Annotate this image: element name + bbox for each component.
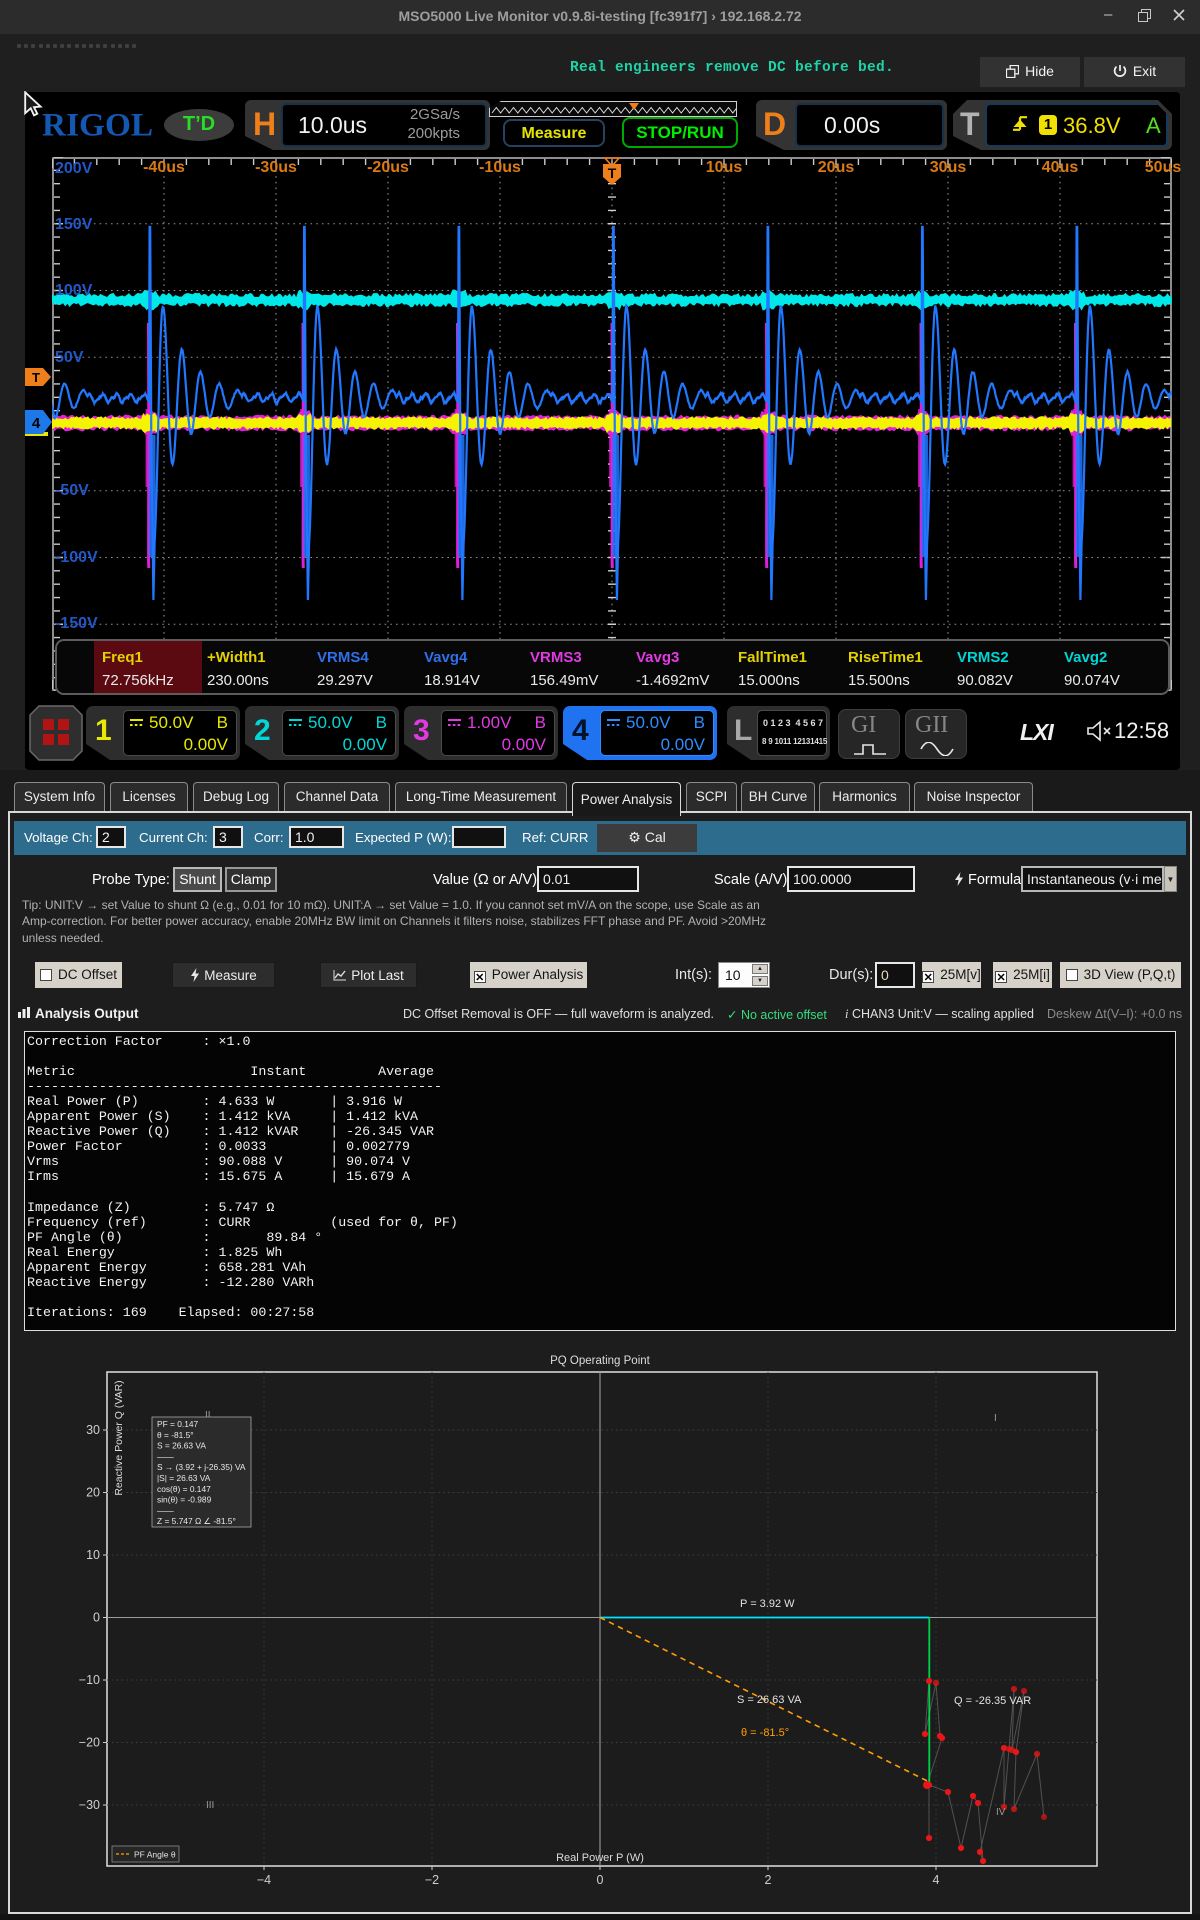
svg-text:IV: IV: [996, 1807, 1006, 1818]
svg-text:20: 20: [86, 1486, 100, 1500]
svg-text:sin(θ) = -0.989: sin(θ) = -0.989: [157, 1495, 212, 1505]
svg-text:PF = 0.147: PF = 0.147: [157, 1419, 199, 1429]
svg-text:2: 2: [765, 1873, 772, 1887]
svg-text:S → (3.92 + j-26.35) VA: S → (3.92 + j-26.35) VA: [157, 1462, 246, 1472]
svg-text:PQ Operating Point: PQ Operating Point: [550, 1355, 651, 1367]
svg-text:Z = 5.747 Ω ∠ -81.5°: Z = 5.747 Ω ∠ -81.5°: [157, 1516, 236, 1526]
svg-text:S = 26.63 VA: S = 26.63 VA: [157, 1441, 206, 1451]
svg-text:P = 3.92 W: P = 3.92 W: [740, 1598, 795, 1610]
svg-text:0: 0: [93, 1611, 100, 1625]
svg-text:——: ——: [157, 1451, 174, 1461]
svg-text:−2: −2: [425, 1873, 439, 1887]
svg-text:——: ——: [157, 1505, 174, 1515]
svg-text:30: 30: [86, 1423, 100, 1437]
svg-text:T: T: [608, 165, 617, 181]
svg-text:θ = -81.5°: θ = -81.5°: [157, 1430, 194, 1440]
svg-text:Real Power P (W): Real Power P (W): [556, 1852, 644, 1864]
svg-text:III: III: [206, 1800, 214, 1811]
svg-text:θ = -81.5°: θ = -81.5°: [741, 1727, 789, 1739]
svg-text:−10: −10: [79, 1673, 100, 1687]
svg-text:4: 4: [933, 1873, 940, 1887]
svg-text:0: 0: [597, 1873, 604, 1887]
svg-text:cos(θ) = 0.147: cos(θ) = 0.147: [157, 1484, 211, 1494]
svg-text:4: 4: [32, 415, 41, 432]
svg-text:−30: −30: [79, 1798, 100, 1812]
svg-text:Reactive Power Q (VAR): Reactive Power Q (VAR): [113, 1380, 125, 1495]
svg-text:PF Angle θ: PF Angle θ: [134, 1850, 176, 1860]
svg-text:S = 26.63 VA: S = 26.63 VA: [737, 1694, 802, 1706]
svg-text:Q = -26.35 VAR: Q = -26.35 VAR: [954, 1695, 1031, 1707]
svg-text:−20: −20: [79, 1736, 100, 1750]
svg-text:|S| = 26.63 VA: |S| = 26.63 VA: [157, 1473, 211, 1483]
svg-text:10: 10: [86, 1548, 100, 1562]
svg-text:T: T: [32, 370, 40, 385]
svg-text:−4: −4: [257, 1873, 271, 1887]
svg-text:I: I: [994, 1413, 997, 1424]
